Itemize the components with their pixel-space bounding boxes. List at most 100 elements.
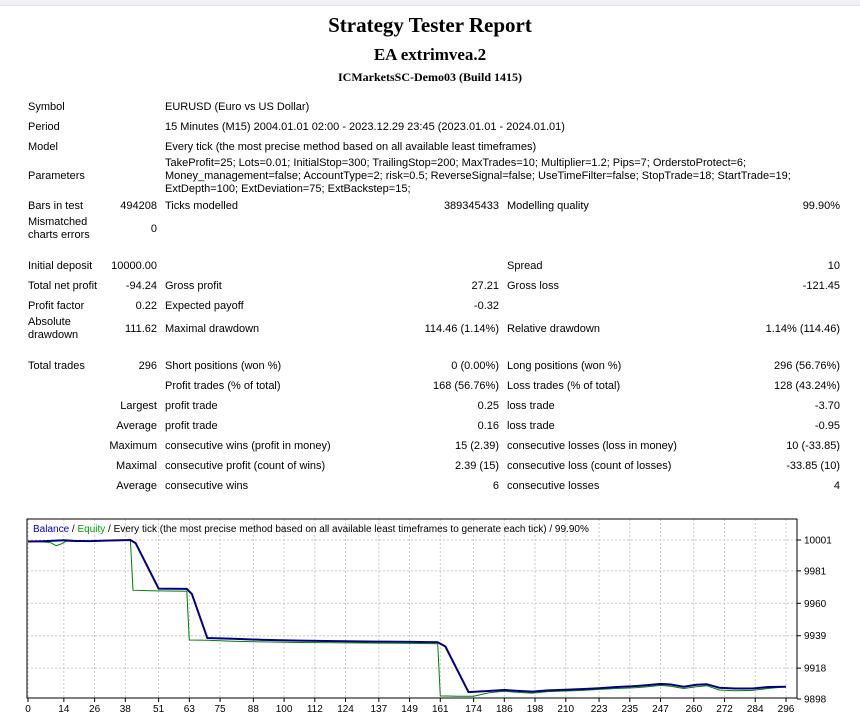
report-table: Symbol EURUSD (Euro vs US Dollar) Period 15… xyxy=(28,97,840,496)
legend-segment: Balance xyxy=(33,524,70,535)
table-cell: Period xyxy=(28,121,157,134)
cell-value: 0.22 xyxy=(135,299,157,312)
report-header: Strategy Tester Report EA extrimvea.2 IC… xyxy=(0,6,860,85)
x-tick-label: 260 xyxy=(685,704,702,715)
table-cell: Profit factor 0.22 xyxy=(28,300,157,313)
cell-value: 296 (56.76%) xyxy=(773,359,840,372)
table-row-0: Symbol EURUSD (Euro vs US Dollar) xyxy=(28,97,840,117)
table-cell: Maximal drawdown 114.46 (1.14%) xyxy=(165,323,499,336)
table-cell: TakeProfit=25; Lots=0.01; InitialStop=30… xyxy=(165,157,840,196)
cell-value: Largest xyxy=(120,399,157,412)
x-tick-label: 63 xyxy=(184,704,196,715)
table-row-12: Total trades 296 Short positions (won %) 0 … xyxy=(28,356,840,376)
cell-label: Initial deposit xyxy=(28,259,93,272)
cell-value: 99.90% xyxy=(802,199,840,212)
cell-label: Gross profit xyxy=(165,279,222,292)
table-row-10: Absolute drawdown 111.62 Maximal drawdown 1… xyxy=(28,316,840,342)
table-cell: Model xyxy=(28,141,157,154)
table-cell: Maximum xyxy=(28,440,157,453)
table-cell: Expected payoff -0.32 xyxy=(165,300,499,313)
cell-label: Model xyxy=(28,140,58,153)
cell-value: 10 (-33.85) xyxy=(786,439,840,452)
cell-value: 389345433 xyxy=(443,199,499,212)
table-cell: loss trade -0.95 xyxy=(507,420,840,433)
table-row-8: Total net profit -94.24 Gross profit 27.21 G… xyxy=(28,276,840,296)
cell-value: 2.39 (15) xyxy=(454,459,499,472)
table-cell: Relative drawdown 1.14% (114.46) xyxy=(507,323,840,336)
table-spacer xyxy=(28,242,840,256)
cell-label: Long positions (won %) xyxy=(507,359,622,372)
table-cell: Parameters xyxy=(28,170,157,183)
cell-label: consecutive loss (count of losses) xyxy=(507,459,672,472)
cell-value: -3.70 xyxy=(814,399,840,412)
cell-label: profit trade xyxy=(165,399,218,412)
table-cell: Long positions (won %) 296 (56.76%) xyxy=(507,360,840,373)
cell-value: 0.16 xyxy=(477,419,499,432)
table-cell: consecutive profit (count of wins) 2.39 (… xyxy=(165,460,499,473)
x-tick-label: 272 xyxy=(716,704,733,715)
table-row-5: Mismatched charts errors 0 xyxy=(28,216,840,242)
table-cell: Initial deposit 10000.00 xyxy=(28,260,157,273)
cell-value: 0 xyxy=(150,222,157,235)
table-row-1: Period 15 Minutes (M15) 2004.01.01 02:00 … xyxy=(28,117,840,137)
cell-label: Loss trades (% of total) xyxy=(507,379,621,392)
y-tick-label: 9960 xyxy=(804,599,827,610)
cell-value: 6 xyxy=(492,479,499,492)
cell-label: Ticks modelled xyxy=(165,199,238,212)
table-cell: consecutive loss (count of losses) -33.85… xyxy=(507,460,840,473)
server-build: ICMarketsSC-Demo03 (Build 1415) xyxy=(338,70,522,84)
table-cell: Bars in test 494208 xyxy=(28,200,157,213)
cell-value: 111.62 xyxy=(124,322,157,335)
cell-label: Spread xyxy=(507,259,543,272)
table-cell: Loss trades (% of total) 128 (43.24%) xyxy=(507,380,840,393)
page-title: Strategy Tester Report xyxy=(328,13,532,37)
x-tick-label: 296 xyxy=(778,704,795,715)
cell-label: profit trade xyxy=(165,419,218,432)
cell-label: Profit trades (% of total) xyxy=(165,379,281,392)
y-tick-label: 9939 xyxy=(804,631,827,642)
plot-background xyxy=(27,519,797,698)
table-cell: Average xyxy=(28,480,157,493)
table-cell: Every tick (the most precise method base… xyxy=(165,141,840,154)
table-cell: Total net profit -94.24 xyxy=(28,280,157,293)
cell-value: 296 xyxy=(138,359,157,372)
cell-label: consecutive wins (profit in money) xyxy=(165,439,331,452)
cell-label: 15 Minutes (M15) 2004.01.01 02:00 - 2023… xyxy=(165,120,565,133)
table-cell: 15 Minutes (M15) 2004.01.01 02:00 - 2023… xyxy=(165,121,840,134)
cell-value: -94.24 xyxy=(125,279,157,292)
table-row-13: Profit trades (% of total) 168 (56.76%) Lo… xyxy=(28,376,840,396)
cell-label: Modelling quality xyxy=(507,199,589,212)
cell-value: 10000.00 xyxy=(111,259,157,272)
legend-segment: / xyxy=(69,524,77,535)
x-tick-label: 0 xyxy=(25,704,31,715)
table-row-4: Bars in test 494208 Ticks modelled 38934543… xyxy=(28,196,840,216)
x-tick-label: 75 xyxy=(214,704,226,715)
table-row-9: Profit factor 0.22 Expected payoff -0.32 xyxy=(28,296,840,316)
cell-label: Absolute drawdown xyxy=(28,316,79,341)
x-tick-label: 112 xyxy=(307,704,323,715)
cell-label: consecutive profit (count of wins) xyxy=(165,459,326,472)
x-tick-label: 149 xyxy=(401,704,418,715)
strategy-tester-report-page: { "header": { "title": "Strategy Tester … xyxy=(0,0,860,716)
x-tick-label: 14 xyxy=(58,704,70,715)
cell-value: Average xyxy=(116,479,157,492)
chart-legend: Balance / Equity / Every tick (the most … xyxy=(33,524,589,535)
x-tick-label: 223 xyxy=(591,704,608,715)
table-row-18: Average consecutive wins 6 consecutive loss… xyxy=(28,476,840,496)
cell-value: 168 (56.76%) xyxy=(432,379,499,392)
cell-value: -121.45 xyxy=(802,279,840,292)
table-cell: Average xyxy=(28,420,157,433)
table-row-2: Model Every tick (the most precise method… xyxy=(28,137,840,157)
y-tick-label: 9898 xyxy=(804,695,827,706)
x-tick-label: 247 xyxy=(652,704,669,715)
table-row-7: Initial deposit 10000.00 Spread 10 xyxy=(28,256,840,276)
ea-name: EA extrimvea.2 xyxy=(373,45,487,64)
table-row-17: Maximal consecutive profit (count of wins… xyxy=(28,456,840,476)
cell-value: -33.85 (10) xyxy=(786,459,840,472)
table-cell: consecutive losses 4 xyxy=(507,480,840,493)
cell-value: Maximal xyxy=(116,459,157,472)
table-cell: Modelling quality 99.90% xyxy=(507,200,840,213)
table-row-14: Largest profit trade 0.25 loss trade -3.70 xyxy=(28,396,840,416)
table-cell: Total trades 296 xyxy=(28,360,157,373)
cell-label: Maximal drawdown xyxy=(165,322,260,335)
